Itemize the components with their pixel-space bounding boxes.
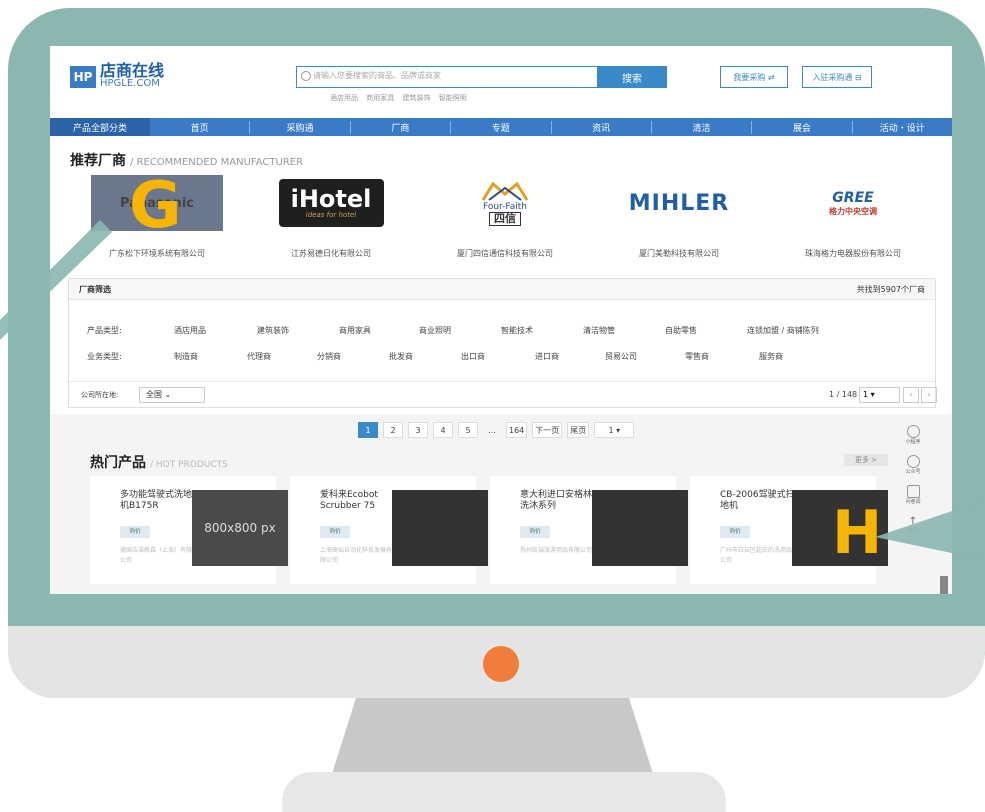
callout-lines <box>0 220 985 560</box>
